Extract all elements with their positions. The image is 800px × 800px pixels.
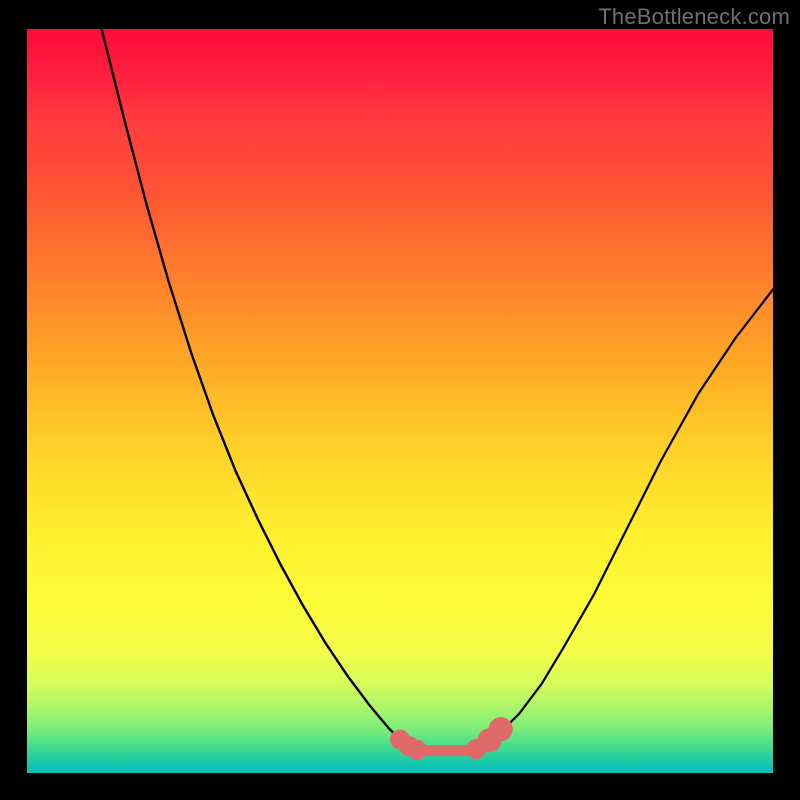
chart-svg <box>27 29 773 773</box>
watermark-text: TheBottleneck.com <box>598 4 790 30</box>
right-threshold-dot-3 <box>489 717 513 741</box>
curve-left <box>102 29 415 751</box>
chart-plot-area <box>27 29 773 773</box>
left-threshold-dot-3 <box>407 740 427 760</box>
left-curve-path <box>102 29 415 751</box>
curve-right <box>475 289 773 750</box>
chart-frame: TheBottleneck.com <box>0 0 800 800</box>
right-curve-path <box>475 289 773 750</box>
